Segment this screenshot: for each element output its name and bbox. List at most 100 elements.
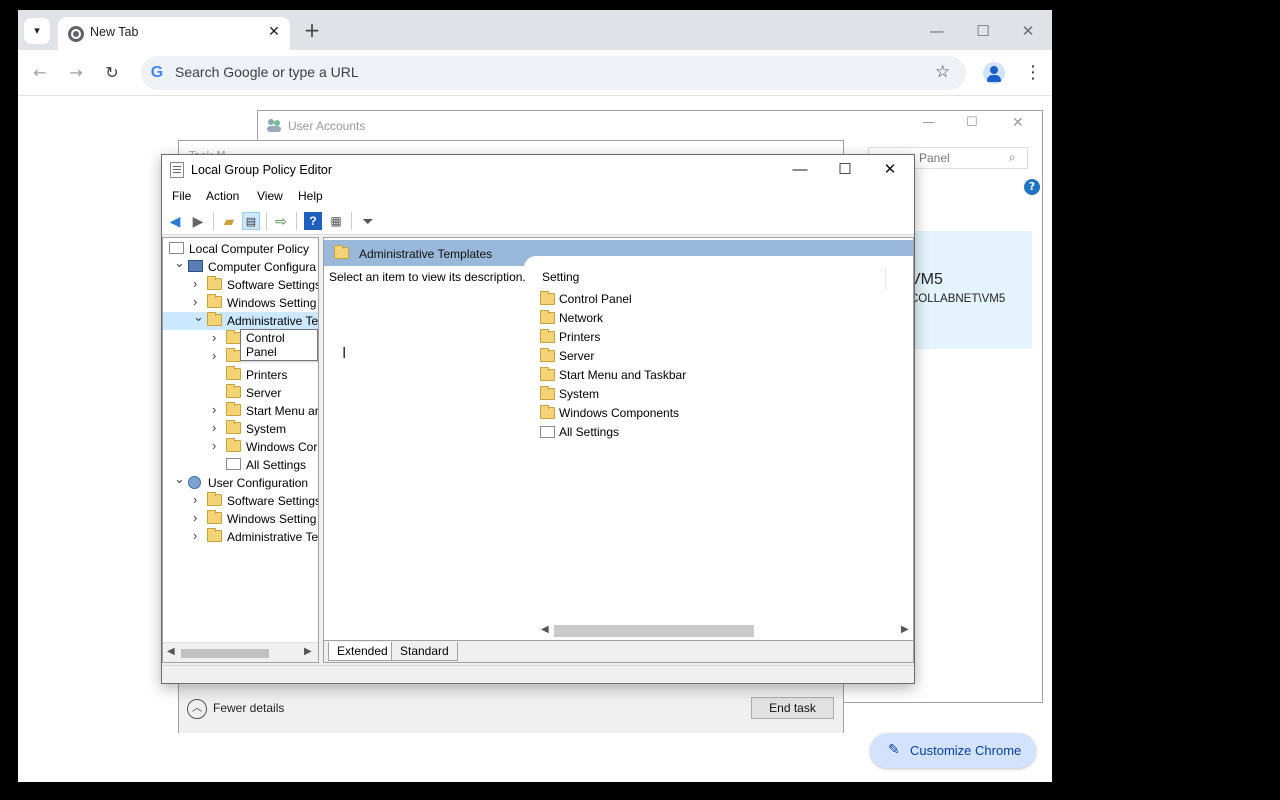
chevron-up-icon[interactable]: ︿ <box>187 699 207 719</box>
tree-node[interactable]: › Start Menu ar <box>163 402 318 420</box>
filter-icon[interactable]: ⏷ <box>359 212 377 230</box>
list-item[interactable]: Windows Components <box>540 404 880 423</box>
tree-node[interactable]: ⌄ User Configuration <box>163 471 318 492</box>
list-item[interactable]: System <box>540 385 880 404</box>
minimize-button[interactable]: — <box>922 18 952 44</box>
chrome-menu-icon[interactable]: ⋮ <box>1024 62 1042 84</box>
ua-close-button[interactable]: ✕ <box>1012 115 1032 131</box>
tab-new-tab[interactable]: New Tab ✕ <box>58 17 290 50</box>
chevron-down-icon[interactable]: ⌄ <box>174 471 185 487</box>
tab-title: New Tab <box>90 25 139 39</box>
menu-action[interactable]: Action <box>206 189 239 203</box>
list-item[interactable]: Server <box>540 347 880 366</box>
forward-arrow-icon[interactable]: ▶ <box>189 212 207 230</box>
tree-node[interactable]: All Settings <box>163 456 318 474</box>
list-item[interactable]: All Settings <box>540 423 880 442</box>
tree-node[interactable]: ⌄ Computer Configura <box>163 255 318 276</box>
window-title: Local Group Policy Editor <box>191 163 333 177</box>
details-pane: Administrative Templates Select an item … <box>323 237 914 663</box>
account-info-panel: VM5 COLLABNET\VM5 <box>898 231 1032 349</box>
properties-icon[interactable]: ▦ <box>327 212 345 230</box>
tree-scrollbar[interactable]: ◀ ▶ <box>163 642 318 662</box>
help-icon[interactable]: ? <box>304 212 322 230</box>
gpe-maximize-button[interactable]: ☐ <box>823 157 867 183</box>
tree-node[interactable]: › Administrative Te <box>163 528 318 546</box>
tree-node-label: Software Settings <box>227 278 319 292</box>
list-item[interactable]: Network <box>540 309 880 328</box>
account-domain: COLLABNET\VM5 <box>910 293 1006 305</box>
back-arrow-icon[interactable]: ◀ <box>166 212 184 230</box>
tree-node[interactable]: › Windows Cor <box>163 438 318 456</box>
tab-extended[interactable]: Extended <box>328 642 397 661</box>
scroll-thumb[interactable] <box>181 649 269 658</box>
toolbar-separator <box>351 212 352 230</box>
details-scrollbar[interactable]: ◀ ▶ <box>540 622 913 640</box>
ua-maximize-button[interactable]: ☐ <box>966 115 986 130</box>
export-list-icon[interactable]: ⇨ <box>272 212 290 230</box>
menu-view[interactable]: View <box>257 189 283 203</box>
chevron-right-icon[interactable]: › <box>212 402 222 417</box>
chevron-right-icon[interactable]: › <box>212 420 222 435</box>
task-manager-footer: ︿ Fewer details End task <box>179 685 843 733</box>
gpe-close-button[interactable]: ✕ <box>868 157 912 183</box>
policy-icon <box>169 242 184 254</box>
chevron-right-icon[interactable]: › <box>193 528 203 543</box>
address-bar[interactable]: G Search Google or type a URL ☆ <box>141 56 966 90</box>
tree-node-label: Printers <box>246 368 288 382</box>
column-label: Setting <box>542 270 580 284</box>
scroll-thumb[interactable] <box>554 625 754 637</box>
scroll-left-icon[interactable]: ◀ <box>541 624 549 635</box>
scroll-right-icon[interactable]: ▶ <box>304 646 312 657</box>
scroll-left-icon[interactable]: ◀ <box>167 646 175 657</box>
tree-node[interactable]: Server <box>163 384 318 402</box>
chevron-right-icon[interactable]: › <box>212 438 222 453</box>
chevron-down-icon[interactable]: ⌄ <box>193 309 204 325</box>
chevron-right-icon[interactable]: › <box>212 348 222 363</box>
column-header-setting[interactable]: Setting <box>541 268 886 290</box>
chevron-right-icon[interactable]: › <box>193 294 203 309</box>
tab-search-button[interactable]: ▾ <box>24 18 50 44</box>
bookmark-star-icon[interactable]: ☆ <box>935 62 950 82</box>
chevron-right-icon[interactable]: › <box>193 276 203 291</box>
help-icon[interactable]: ? <box>1024 179 1040 195</box>
chevron-down-icon[interactable]: ⌄ <box>174 255 185 271</box>
reload-button[interactable]: ↻ <box>99 60 125 86</box>
tree-node[interactable]: › Windows Setting <box>163 294 318 312</box>
tree-node[interactable]: › Software Settings <box>163 276 318 294</box>
forward-button[interactable]: → <box>63 60 89 86</box>
new-tab-button[interactable]: + <box>300 19 324 43</box>
list-item[interactable]: Start Menu and Taskbar <box>540 366 880 385</box>
back-button[interactable]: ← <box>27 60 53 86</box>
chevron-right-icon[interactable]: › <box>193 510 203 525</box>
show-hide-tree-icon[interactable]: ▤ <box>242 212 260 230</box>
chevron-right-icon[interactable]: › <box>212 330 222 345</box>
tree-node[interactable]: › System <box>163 420 318 438</box>
list-item-label: Printers <box>559 330 601 344</box>
customize-chrome-button[interactable]: ✎ Customize Chrome <box>870 733 1036 768</box>
gpe-minimize-button[interactable]: — <box>778 157 822 183</box>
profile-icon[interactable] <box>983 62 1005 84</box>
tree-node[interactable]: › Windows Setting <box>163 510 318 528</box>
list-item[interactable]: Printers <box>540 328 880 347</box>
list-item-label: Start Menu and Taskbar <box>559 368 687 382</box>
close-button[interactable]: ✕ <box>1013 18 1043 44</box>
tree-node[interactable]: › Software Settings <box>163 492 318 510</box>
tab-close-icon[interactable]: ✕ <box>264 22 284 42</box>
tree-node[interactable]: ⌄ Administrative Te <box>163 309 318 330</box>
chevron-right-icon[interactable]: › <box>193 492 203 507</box>
tree-node-label: Windows Setting <box>227 512 317 526</box>
maximize-button[interactable]: ☐ <box>968 18 998 44</box>
folder-icon <box>540 291 555 305</box>
scroll-right-icon[interactable]: ▶ <box>901 624 909 635</box>
tree-node[interactable]: Local Computer Policy <box>163 240 318 258</box>
tree-node[interactable]: Printers <box>163 366 318 384</box>
tree-node-label: Computer Configura <box>208 260 317 274</box>
menu-help[interactable]: Help <box>298 189 323 203</box>
ua-minimize-button[interactable]: — <box>922 115 942 130</box>
up-folder-icon[interactable]: ▰ <box>220 212 238 230</box>
list-item[interactable]: Control Panel <box>540 290 880 309</box>
end-task-button[interactable]: End task <box>751 697 834 719</box>
fewer-details-link[interactable]: Fewer details <box>213 701 284 715</box>
tab-standard[interactable]: Standard <box>391 642 458 661</box>
menu-file[interactable]: File <box>172 189 191 203</box>
